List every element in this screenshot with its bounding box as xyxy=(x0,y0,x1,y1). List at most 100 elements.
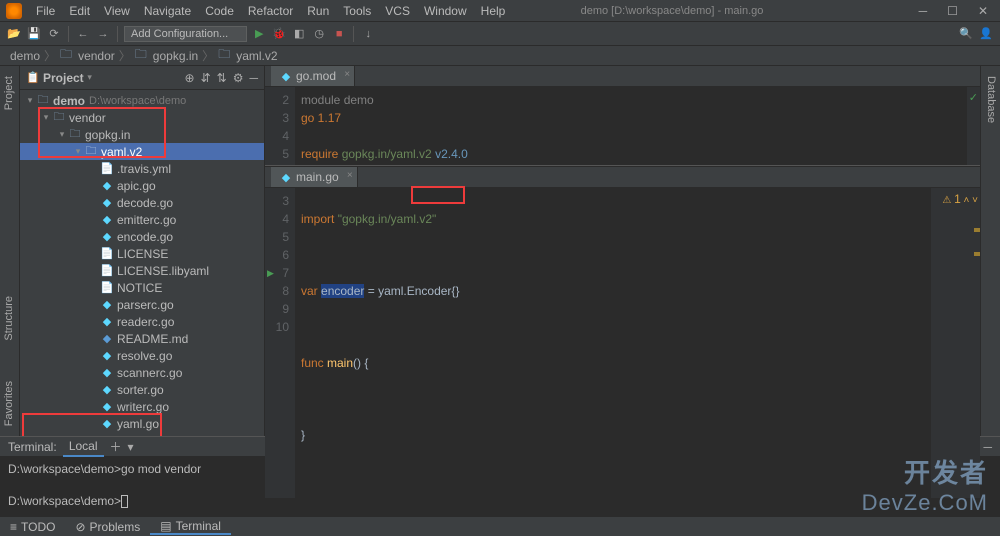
new-terminal-icon[interactable]: ＋ xyxy=(110,438,122,455)
crumb-yaml[interactable]: yaml.v2 xyxy=(236,49,277,63)
status-bar: ≡ TODO ⊘ Problems ▤ Terminal xyxy=(0,516,1000,536)
tree-file[interactable]: 📄.travis.yml xyxy=(20,160,264,177)
tab-go-mod[interactable]: ◆go.mod× xyxy=(271,66,355,86)
editor-stripe: ✓ xyxy=(966,87,980,165)
terminal-tab-local[interactable]: Local xyxy=(63,437,104,457)
gutter: 23456 xyxy=(265,87,295,165)
terminal-label: Terminal: xyxy=(8,440,57,454)
tree-file[interactable]: ◆yamlh.go xyxy=(20,432,264,436)
close-button[interactable]: ✕ xyxy=(972,2,994,20)
window-title: demo [D:\workspace\demo] - main.go xyxy=(431,5,912,17)
folder-icon: 🗀 xyxy=(135,45,147,66)
save-icon[interactable]: 💾 xyxy=(26,26,42,42)
run-config-dropdown[interactable]: Add Configuration... xyxy=(124,26,247,42)
terminal-dropdown-icon[interactable]: ▾ xyxy=(128,440,134,454)
highlight-box-import xyxy=(411,186,465,204)
forward-icon[interactable]: → xyxy=(95,26,111,42)
gutter: 345678910 ▶ xyxy=(265,188,295,498)
search-icon[interactable]: 🔍 xyxy=(958,26,974,42)
left-tool-stripe: Project Structure Favorites xyxy=(0,66,20,436)
menu-view[interactable]: View xyxy=(98,2,136,20)
sb-todo[interactable]: ≡ TODO xyxy=(0,520,65,534)
settings-icon[interactable]: ⚙ xyxy=(233,71,244,85)
debug-icon[interactable]: 🐞 xyxy=(271,26,287,42)
editor-area: ◆go.mod× 23456 module demogo 1.17 requir… xyxy=(265,66,980,436)
menu-file[interactable]: File xyxy=(30,2,61,20)
menu-code[interactable]: Code xyxy=(199,2,240,20)
menu-refactor[interactable]: Refactor xyxy=(242,2,299,20)
menu-edit[interactable]: Edit xyxy=(63,2,96,20)
close-tab-icon[interactable]: × xyxy=(344,69,350,80)
crumb-vendor[interactable]: vendor xyxy=(78,49,115,63)
tree-node-yaml-v2[interactable]: ▾🗀yaml.v2 xyxy=(20,143,264,160)
navigation-bar: demo〉 🗀vendor〉 🗀gopkg.in〉 🗀yaml.v2 xyxy=(0,46,1000,66)
main-area: Project Structure Favorites 📋 Project ▾ … xyxy=(0,66,1000,436)
vcs-update-icon[interactable]: ↓ xyxy=(360,26,376,42)
project-tool-window: 📋 Project ▾ ⊕ ⇵ ⇅ ⚙ ─ ▾🗀demoD:\workspace… xyxy=(20,66,265,436)
crumb-demo[interactable]: demo xyxy=(10,49,40,63)
menu-tools[interactable]: Tools xyxy=(337,2,377,20)
code-body[interactable]: module demogo 1.17 require gopkg.in/yaml… xyxy=(295,87,966,165)
code-body[interactable]: import "gopkg.in/yaml.v2" var encoder = … xyxy=(295,188,930,498)
tree-file[interactable]: ◆emitterc.go xyxy=(20,211,264,228)
menu-run[interactable]: Run xyxy=(301,2,335,20)
editor-go-mod[interactable]: 23456 module demogo 1.17 require gopkg.i… xyxy=(265,87,980,165)
reload-icon[interactable]: ⟳ xyxy=(46,26,62,42)
crumb-gopkg[interactable]: gopkg.in xyxy=(153,49,198,63)
tab-main-go[interactable]: ◆main.go× xyxy=(271,167,358,187)
database-tool-button[interactable]: Database xyxy=(985,76,997,123)
tree-file[interactable]: ◆sorter.go xyxy=(20,381,264,398)
tree-file[interactable]: ◆writerc.go xyxy=(20,398,264,415)
tree-node-vendor[interactable]: ▾🗀vendor xyxy=(20,109,264,126)
open-icon[interactable]: 📂 xyxy=(6,26,22,42)
warning-badge[interactable]: ⚠ 1 ˄ ˅ xyxy=(942,192,978,206)
profiler-icon[interactable]: ◷ xyxy=(311,26,327,42)
menu-navigate[interactable]: Navigate xyxy=(138,2,197,20)
tree-file[interactable]: ◆README.md xyxy=(20,330,264,347)
target-icon[interactable]: ⊕ xyxy=(185,71,195,85)
structure-tool-button[interactable]: Structure xyxy=(3,296,15,341)
ide-settings-icon[interactable]: 👤 xyxy=(978,26,994,42)
coverage-icon[interactable]: ◧ xyxy=(291,26,307,42)
maximize-button[interactable]: ☐ xyxy=(941,2,964,20)
expand-icon[interactable]: ⇵ xyxy=(201,71,211,85)
back-icon[interactable]: ← xyxy=(75,26,91,42)
project-icon: 📋 xyxy=(26,71,40,84)
tree-node-root[interactable]: ▾🗀demoD:\workspace\demo xyxy=(20,92,264,109)
window-controls: ─ ☐ ✕ xyxy=(913,2,994,20)
dropdown-icon[interactable]: ▾ xyxy=(84,72,96,83)
project-tool-button[interactable]: Project xyxy=(3,76,15,110)
run-gutter-icon[interactable]: ▶ xyxy=(267,264,274,282)
menu-vcs[interactable]: VCS xyxy=(379,2,416,20)
titlebar: File Edit View Navigate Code Refactor Ru… xyxy=(0,0,1000,22)
tree-file[interactable]: ◆yaml.go xyxy=(20,415,264,432)
tree-file[interactable]: ◆readerc.go xyxy=(20,313,264,330)
collapse-icon[interactable]: ⇅ xyxy=(217,71,227,85)
tree-file[interactable]: ◆resolve.go xyxy=(20,347,264,364)
separator xyxy=(117,26,118,42)
hide-icon[interactable]: ─ xyxy=(983,440,992,454)
tree-file[interactable]: ◆parserc.go xyxy=(20,296,264,313)
tree-node-gopkg[interactable]: ▾🗀gopkg.in xyxy=(20,126,264,143)
tree-file[interactable]: 📄NOTICE xyxy=(20,279,264,296)
tree-file[interactable]: 📄LICENSE.libyaml xyxy=(20,262,264,279)
tree-file[interactable]: ◆encode.go xyxy=(20,228,264,245)
tree-file[interactable]: ◆decode.go xyxy=(20,194,264,211)
project-tree[interactable]: ▾🗀demoD:\workspace\demo ▾🗀vendor ▾🗀gopkg… xyxy=(20,90,264,436)
minimize-button[interactable]: ─ xyxy=(913,2,934,20)
check-icon: ✓ xyxy=(969,91,978,104)
tree-file[interactable]: ◆scannerc.go xyxy=(20,364,264,381)
hide-icon[interactable]: ─ xyxy=(249,71,258,85)
tree-file[interactable]: ◆apic.go xyxy=(20,177,264,194)
terminal-cursor xyxy=(121,495,128,508)
sb-terminal[interactable]: ▤ Terminal xyxy=(150,519,231,535)
project-header: 📋 Project ▾ ⊕ ⇵ ⇅ ⚙ ─ xyxy=(20,66,264,90)
sb-problems[interactable]: ⊘ Problems xyxy=(65,520,150,534)
editor-main-go[interactable]: 345678910 ▶ import "gopkg.in/yaml.v2" va… xyxy=(265,188,980,498)
editor-tabs-bottom: ◆main.go× xyxy=(265,167,980,188)
close-tab-icon[interactable]: × xyxy=(347,170,353,181)
run-icon[interactable]: ▶ xyxy=(251,26,267,42)
stop-icon[interactable]: ■ xyxy=(331,26,347,42)
tree-file[interactable]: 📄LICENSE xyxy=(20,245,264,262)
favorites-tool-button[interactable]: Favorites xyxy=(3,381,15,426)
